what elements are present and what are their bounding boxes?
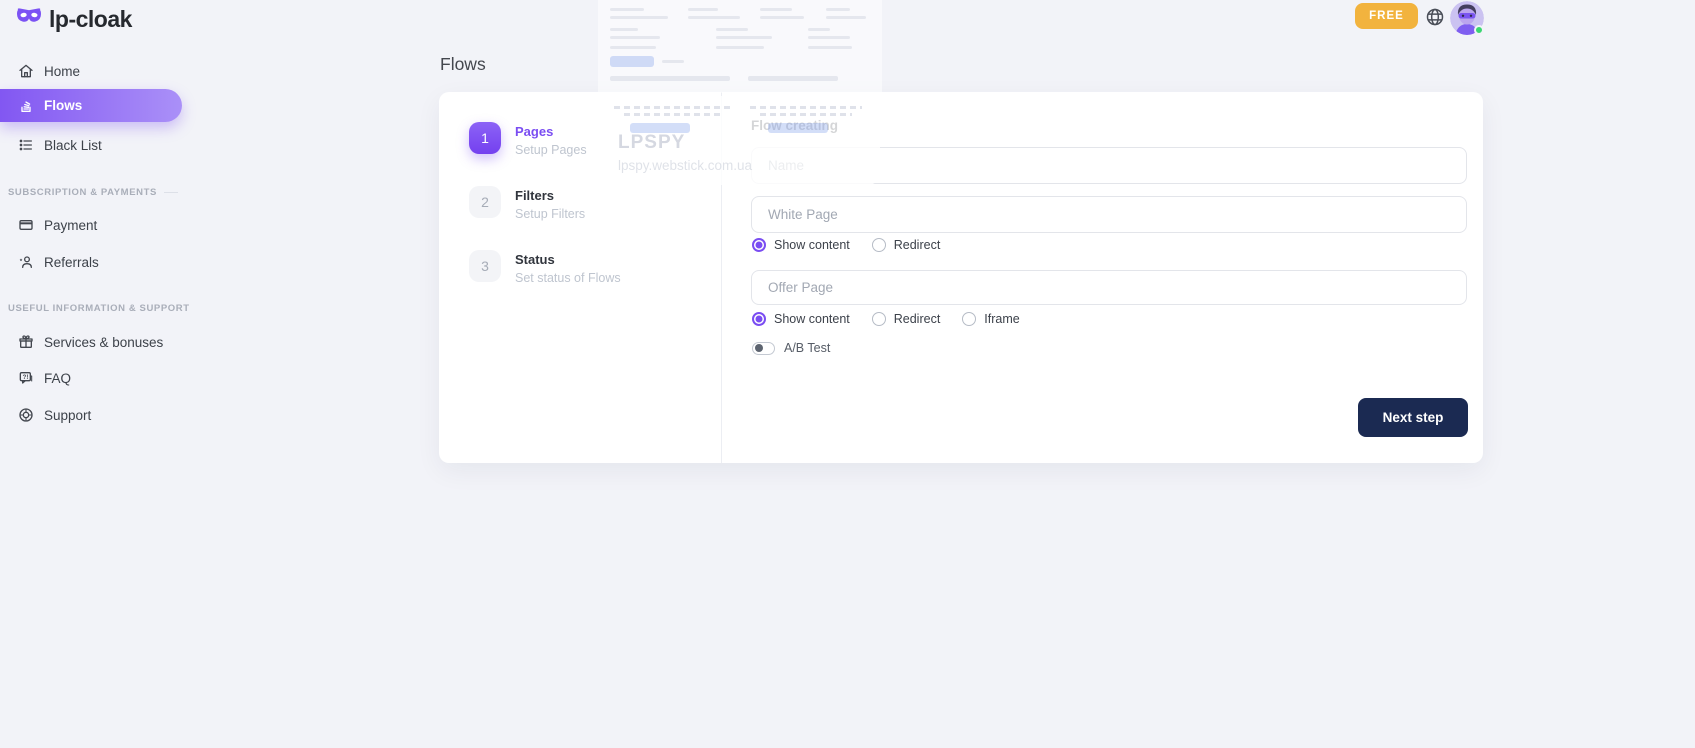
offer-page-iframe-option[interactable]: Iframe (962, 312, 1019, 326)
radio-label: Redirect (894, 238, 941, 252)
white-page-mode-group: Show content Redirect (752, 237, 940, 253)
sidebar-item-referrals[interactable]: Referrals (0, 248, 182, 276)
sidebar-item-payment[interactable]: Payment (0, 211, 182, 239)
language-globe-icon[interactable] (1425, 7, 1445, 27)
sidebar-item-label: Support (44, 408, 91, 423)
next-step-button[interactable]: Next step (1358, 398, 1468, 437)
sidebar-item-label: FAQ (44, 371, 71, 386)
white-page-redirect-option[interactable]: Redirect (872, 238, 941, 252)
radio-label: Show content (774, 238, 850, 252)
white-page-input[interactable] (751, 196, 1467, 233)
svg-text:?!: ?! (23, 375, 29, 381)
toggle-knob (755, 344, 763, 352)
faq-icon: ?! (18, 370, 34, 386)
sidebar-item-faq[interactable]: ?! FAQ (0, 364, 182, 392)
plan-badge[interactable]: FREE (1355, 3, 1418, 29)
name-input[interactable] (751, 147, 1467, 184)
sidebar-item-services-bonuses[interactable]: Services & bonuses (0, 328, 182, 356)
radio-selected-icon[interactable] (752, 238, 766, 252)
brand-logo[interactable]: lp-cloak (16, 6, 132, 33)
ghost-filter-panel (598, 0, 882, 93)
offer-page-show-content-option[interactable]: Show content (752, 312, 850, 326)
sidebar-item-label: Payment (44, 218, 97, 233)
section-divider (164, 192, 178, 193)
section-label-text: SUBSCRIPTION & PAYMENTS (8, 187, 157, 198)
radio-unselected-icon[interactable] (872, 312, 886, 326)
sidebar-item-label: Services & bonuses (44, 335, 163, 350)
step-subtitle: Setup Filters (515, 207, 585, 221)
step-title: Filters (515, 186, 585, 203)
radio-selected-icon[interactable] (752, 312, 766, 326)
ab-test-toggle-row[interactable]: A/B Test (752, 341, 830, 355)
step-subtitle: Set status of Flows (515, 271, 621, 285)
sidebar-item-label: Black List (44, 138, 102, 153)
ab-test-toggle[interactable] (752, 342, 775, 355)
sidebar: lp-cloak Home Flows Bla (0, 0, 182, 748)
support-icon (18, 407, 34, 423)
stepper-step-status[interactable]: 3 Status Set status of Flows (469, 250, 621, 285)
form-title: Flow creating (751, 118, 838, 133)
sidebar-item-label: Flows (44, 98, 82, 113)
sidebar-item-label: Home (44, 64, 80, 79)
radio-label: Show content (774, 312, 850, 326)
flow-creating-card: 1 Pages Setup Pages 2 Filters Setup Filt… (439, 92, 1483, 463)
sidebar-item-support[interactable]: Support (0, 401, 182, 429)
online-status-dot (1474, 25, 1484, 35)
payment-icon (18, 217, 34, 233)
radio-label: Iframe (984, 312, 1019, 326)
offer-page-mode-group: Show content Redirect Iframe (752, 311, 1020, 327)
section-label-text: USEFUL INFORMATION & SUPPORT (8, 303, 190, 314)
white-page-show-content-option[interactable]: Show content (752, 238, 850, 252)
sidebar-item-black-list[interactable]: Black List (0, 131, 182, 159)
stepper-step-pages[interactable]: 1 Pages Setup Pages (469, 122, 587, 157)
sidebar-section-support: USEFUL INFORMATION & SUPPORT (8, 302, 178, 314)
sidebar-item-home[interactable]: Home (0, 57, 182, 85)
page-title: Flows (440, 54, 486, 75)
offer-page-redirect-option[interactable]: Redirect (872, 312, 941, 326)
sidebar-section-subscription: SUBSCRIPTION & PAYMENTS (8, 186, 178, 198)
blacklist-icon (18, 137, 34, 153)
sidebar-item-label: Referrals (44, 255, 99, 270)
referrals-icon (18, 254, 34, 270)
radio-unselected-icon[interactable] (962, 312, 976, 326)
offer-page-input[interactable] (751, 270, 1467, 305)
brand-name: lp-cloak (49, 6, 132, 33)
radio-unselected-icon[interactable] (872, 238, 886, 252)
home-icon (18, 63, 34, 79)
step-number-badge: 2 (469, 186, 501, 218)
step-number-badge: 3 (469, 250, 501, 282)
sidebar-item-flows[interactable]: Flows (0, 89, 182, 122)
stepper-step-filters[interactable]: 2 Filters Setup Filters (469, 186, 585, 221)
card-divider (721, 92, 722, 463)
step-title: Status (515, 250, 621, 267)
step-subtitle: Setup Pages (515, 143, 587, 157)
step-number-badge: 1 (469, 122, 501, 154)
user-avatar[interactable] (1450, 1, 1484, 35)
flows-icon (18, 98, 34, 114)
radio-label: Redirect (894, 312, 941, 326)
step-title: Pages (515, 122, 587, 139)
ab-test-label: A/B Test (784, 341, 830, 355)
gift-icon (18, 334, 34, 350)
mask-icon (16, 7, 42, 32)
